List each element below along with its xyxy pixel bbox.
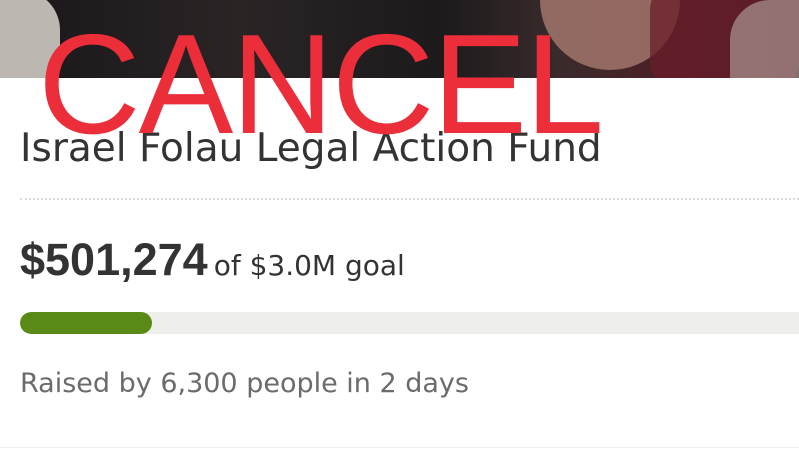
cancel-stamp: CANCEL (38, 5, 604, 164)
fundraiser-page: CANCEL Israel Folau Legal Action Fund $5… (0, 0, 799, 450)
amount-row: $501,274 of $3.0M goal (20, 234, 405, 286)
photo-region-right (730, 0, 799, 78)
raised-by-text: Raised by 6,300 people in 2 days (20, 368, 469, 399)
dotted-divider (20, 198, 799, 200)
progress-bar-fill (20, 312, 152, 334)
progress-bar (20, 312, 799, 334)
bottom-divider (0, 447, 799, 448)
amount-raised: $501,274 (20, 234, 208, 285)
goal-text: of $3.0M goal (213, 249, 405, 282)
